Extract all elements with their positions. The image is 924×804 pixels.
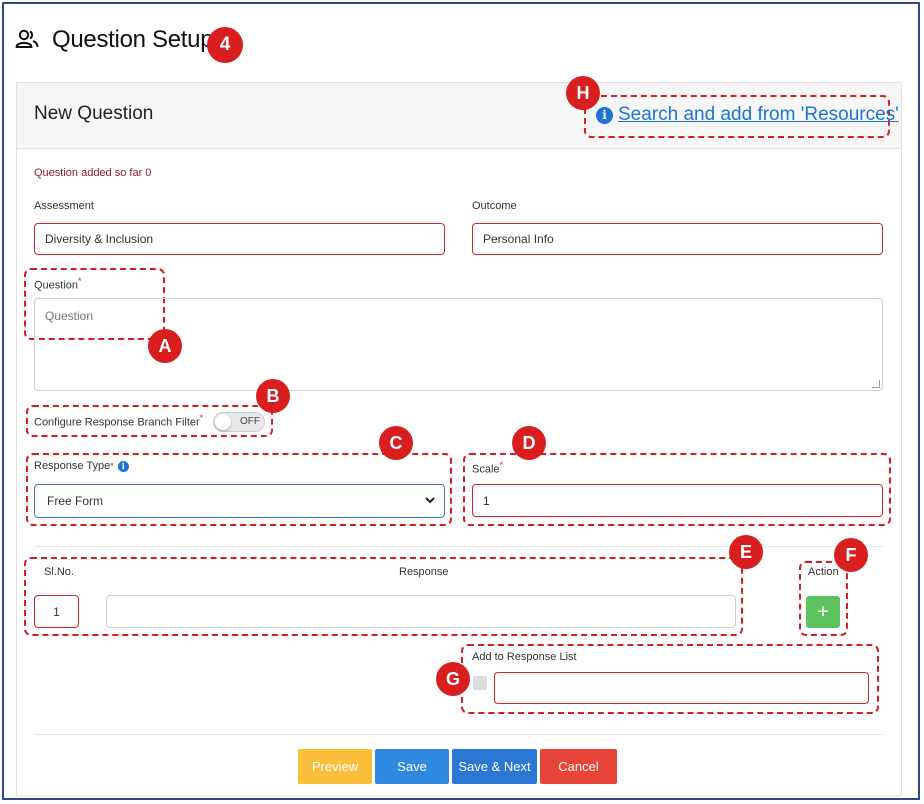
users-icon xyxy=(15,29,39,48)
outcome-label: Outcome xyxy=(472,200,517,212)
branch-filter-label-text: Configure Response Branch Filter xyxy=(34,416,200,429)
scale-field[interactable]: 1 xyxy=(472,484,883,517)
assessment-label: Assessment xyxy=(34,200,94,212)
info-icon: i xyxy=(596,106,613,124)
callout-c: C xyxy=(379,426,413,460)
response-type-label: Response Type * i xyxy=(34,460,129,472)
search-resources-label: Search and add from 'Resources' xyxy=(618,104,899,125)
callout-e: E xyxy=(729,535,763,569)
response-type-label-text: Response Type xyxy=(34,460,111,472)
outcome-field[interactable]: Personal Info xyxy=(472,223,883,255)
response-type-select[interactable]: Free Form xyxy=(34,484,445,518)
add-to-list-label: Add to Response List xyxy=(472,651,577,663)
card-title: New Question xyxy=(34,103,154,124)
branch-filter-toggle[interactable]: OFF xyxy=(213,412,265,432)
question-label-text: Question xyxy=(34,279,79,292)
question-label: Question* xyxy=(34,276,82,292)
add-to-list-checkbox[interactable] xyxy=(473,676,487,690)
question-placeholder: Question xyxy=(45,309,94,323)
info-icon[interactable]: i xyxy=(117,460,129,472)
search-resources-link[interactable]: i Search and add from 'Resources' xyxy=(596,104,899,126)
scale-label-text: Scale xyxy=(472,463,500,476)
branch-filter-label: Configure Response Branch Filter* xyxy=(34,413,203,429)
required-mark: * xyxy=(78,276,82,286)
required-mark: * xyxy=(499,460,504,470)
callout-b: B xyxy=(256,379,290,413)
action-column-header: Action xyxy=(808,566,839,578)
callout-g: G xyxy=(436,662,470,696)
response-column-header: Response xyxy=(399,566,449,578)
page-header: Question Setup xyxy=(14,26,214,54)
cancel-button[interactable]: Cancel xyxy=(540,749,617,784)
toggle-knob xyxy=(215,414,231,430)
divider xyxy=(34,734,883,735)
response-input[interactable] xyxy=(106,595,736,628)
callout-a: A xyxy=(148,329,182,363)
callout-h: H xyxy=(566,76,600,110)
callout-f: F xyxy=(834,538,868,572)
scale-label: Scale* xyxy=(472,460,503,476)
slno-column-header: Sl.No. xyxy=(44,566,74,578)
step-badge: 4 xyxy=(207,27,243,63)
toggle-state: OFF xyxy=(240,416,260,427)
slno-field[interactable]: 1 xyxy=(34,595,79,628)
questions-added-count: Question added so far 0 xyxy=(34,167,152,179)
page-title: Question Setup xyxy=(52,26,214,53)
preview-button[interactable]: Preview xyxy=(298,749,372,784)
add-to-list-input[interactable] xyxy=(494,672,869,704)
callout-d: D xyxy=(512,426,546,460)
required-mark: * xyxy=(199,413,204,423)
save-button[interactable]: Save xyxy=(375,749,449,784)
save-next-button[interactable]: Save & Next xyxy=(452,749,537,784)
resize-handle-icon[interactable] xyxy=(872,380,880,388)
add-response-button[interactable]: + xyxy=(806,596,840,628)
assessment-field[interactable]: Diversity & Inclusion xyxy=(34,223,445,255)
chevron-down-icon xyxy=(425,497,435,504)
response-type-value: Free Form xyxy=(47,494,104,508)
required-mark: * xyxy=(110,461,114,471)
